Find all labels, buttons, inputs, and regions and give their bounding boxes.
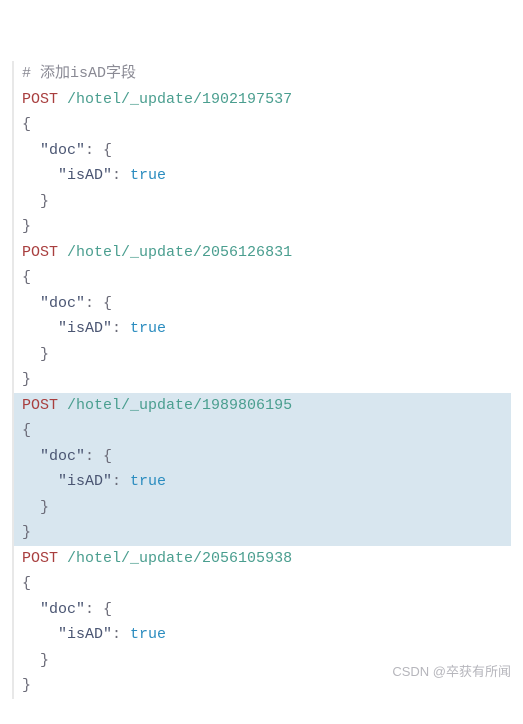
open-brace: { [22, 116, 31, 133]
brace-line: { [12, 112, 511, 138]
close-line: } [12, 367, 511, 393]
request-path: /hotel/_update/1989806195 [67, 397, 292, 414]
request-block: POST /hotel/_update/2056126831 { "doc": {… [12, 240, 511, 393]
colon: : { [85, 142, 112, 159]
doc-line: "doc": { [12, 138, 511, 164]
doc-key: "doc" [40, 448, 85, 465]
code-viewer: # 添加isAD字段 POST /hotel/_update/1902197537… [12, 10, 511, 724]
http-method: POST [22, 397, 58, 414]
doc-line: "doc": { [12, 291, 511, 317]
http-method: POST [22, 550, 58, 567]
request-block: POST /hotel/_update/1989806195 { "doc": {… [12, 393, 511, 546]
field-key: "isAD" [58, 320, 112, 337]
watermark: CSDN @卒获有所闻 [392, 661, 511, 683]
close-brace: } [40, 193, 49, 210]
brace-line: { [12, 571, 511, 597]
doc-line: "doc": { [12, 597, 511, 623]
http-method: POST [22, 244, 58, 261]
brace-line: { [12, 265, 511, 291]
comment-text: # 添加isAD字段 [22, 65, 136, 82]
close-brace: } [40, 652, 49, 669]
field-value: true [130, 473, 166, 490]
field-line: "isAD": true [12, 469, 511, 495]
field-value: true [130, 626, 166, 643]
field-value: true [130, 167, 166, 184]
open-brace: { [22, 422, 31, 439]
open-brace: { [22, 575, 31, 592]
close-brace: } [22, 371, 31, 388]
http-method: POST [22, 91, 58, 108]
close-brace: } [40, 499, 49, 516]
field-value: true [130, 320, 166, 337]
close-brace: } [22, 218, 31, 235]
open-brace: { [22, 269, 31, 286]
request-path: /hotel/_update/1902197537 [67, 91, 292, 108]
request-line: POST /hotel/_update/1902197537 [12, 87, 511, 113]
request-block: POST /hotel/_update/1902197537 { "doc": {… [12, 87, 511, 240]
field-key: "isAD" [58, 626, 112, 643]
colon: : [112, 320, 130, 337]
colon: : [112, 626, 130, 643]
colon: : { [85, 601, 112, 618]
brace-line: { [12, 418, 511, 444]
comment-line: # 添加isAD字段 [12, 61, 511, 87]
doc-line: "doc": { [12, 444, 511, 470]
request-path: /hotel/_update/2056126831 [67, 244, 292, 261]
doc-close-line: } [12, 342, 511, 368]
colon: : [112, 473, 130, 490]
doc-close-line: } [12, 189, 511, 215]
doc-key: "doc" [40, 295, 85, 312]
field-line: "isAD": true [12, 316, 511, 342]
close-line: } [12, 214, 511, 240]
request-line: POST /hotel/_update/2056126831 [12, 240, 511, 266]
doc-key: "doc" [40, 601, 85, 618]
close-brace: } [22, 524, 31, 541]
colon: : [112, 167, 130, 184]
field-key: "isAD" [58, 167, 112, 184]
field-line: "isAD": true [12, 163, 511, 189]
colon: : { [85, 448, 112, 465]
request-line: POST /hotel/_update/1989806195 [12, 393, 511, 419]
request-line: POST /hotel/_update/2056105938 [12, 546, 511, 572]
field-key: "isAD" [58, 473, 112, 490]
close-brace: } [40, 346, 49, 363]
close-brace: } [22, 677, 31, 694]
doc-key: "doc" [40, 142, 85, 159]
field-line: "isAD": true [12, 622, 511, 648]
doc-close-line: } [12, 495, 511, 521]
colon: : { [85, 295, 112, 312]
request-path: /hotel/_update/2056105938 [67, 550, 292, 567]
close-line: } [12, 520, 511, 546]
